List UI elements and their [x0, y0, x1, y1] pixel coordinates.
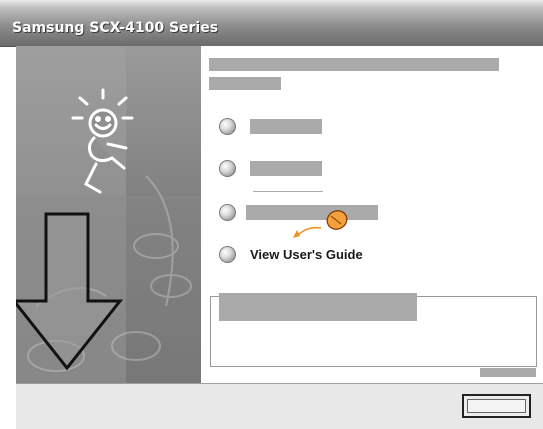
- installer-window: Samsung SCX-4100 Series View User's Guid…: [0, 0, 543, 429]
- menu-item-view-users-guide[interactable]: View User's Guide: [219, 244, 363, 264]
- side-panel-artwork: [16, 46, 201, 383]
- decorative-side-panel: [16, 46, 201, 383]
- radio-bullet-icon: [219, 203, 236, 221]
- exit-button[interactable]: [462, 394, 531, 418]
- mouse-cursor-icon: [293, 210, 348, 238]
- description-text-redacted: [219, 293, 417, 321]
- header-text-redacted-line2: [209, 77, 281, 90]
- main-content: View User's Guide: [201, 46, 543, 383]
- menu-item-label-redacted: [250, 118, 322, 134]
- separator-line: [253, 191, 323, 192]
- radio-bullet-icon: [219, 245, 236, 263]
- menu-item-1[interactable]: [219, 116, 322, 136]
- radio-bullet-icon: [219, 159, 236, 177]
- menu-item-2[interactable]: [219, 158, 322, 178]
- bottom-button-bar: [16, 383, 543, 429]
- menu-item-label-redacted: [250, 160, 322, 176]
- header-text-redacted: [209, 58, 499, 71]
- menu-item-label: View User's Guide: [250, 246, 363, 262]
- window-title: Samsung SCX-4100 Series: [12, 20, 219, 36]
- description-box: [210, 293, 537, 367]
- radio-bullet-icon: [219, 117, 236, 135]
- footer-text-redacted: [480, 368, 536, 377]
- title-bar: Samsung SCX-4100 Series: [0, 0, 543, 47]
- exit-button-label-redacted: [467, 399, 526, 413]
